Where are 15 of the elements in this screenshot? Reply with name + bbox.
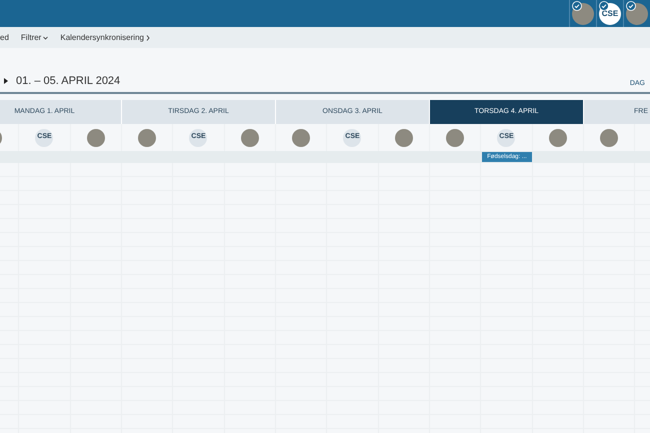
photo-placeholder <box>292 128 310 146</box>
photo-placeholder <box>548 128 567 146</box>
photo-placeholder <box>138 128 156 146</box>
photo-placeholder <box>600 128 618 146</box>
chevron-down-icon <box>43 36 48 40</box>
photo-placeholder <box>86 128 105 146</box>
filter-dropdown[interactable]: Filtrer <box>20 32 48 44</box>
caret-right-icon[interactable] <box>4 78 8 84</box>
photo-placeholder <box>240 128 259 146</box>
photo-placeholder <box>394 128 413 146</box>
chevron-right-icon <box>146 34 150 40</box>
calendar-sync-link[interactable]: Kalendersynkronisering <box>60 32 150 44</box>
toolbar-button[interactable]: ed <box>0 32 9 44</box>
photo-placeholder <box>446 128 464 146</box>
date-range-title: 01. – 05. APRIL 2024 <box>16 74 120 88</box>
